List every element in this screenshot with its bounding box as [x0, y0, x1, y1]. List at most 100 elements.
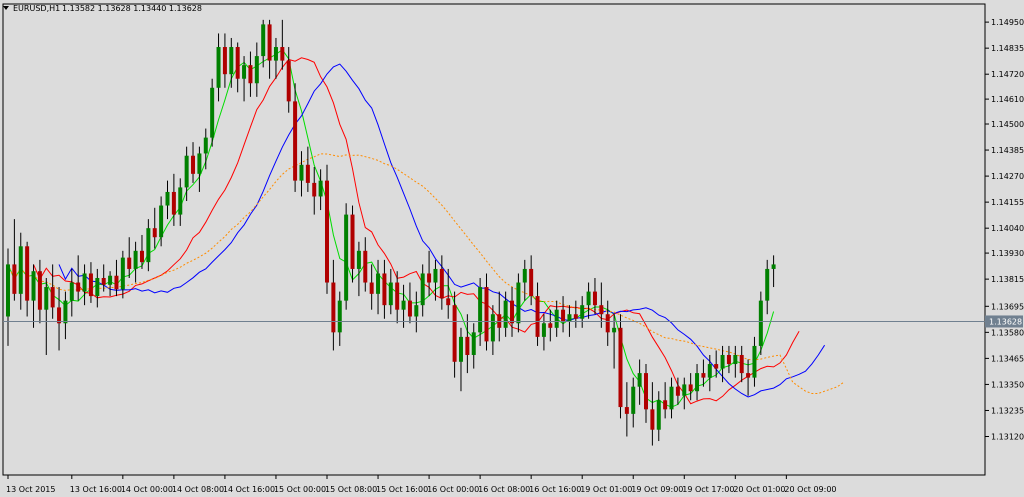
candle-body — [114, 275, 119, 290]
time-axis: 13 Oct 2015 13 Oct 16:0014 Oct 00:0014 Oc… — [6, 475, 837, 494]
candle-body — [752, 345, 757, 378]
candle-body — [95, 277, 100, 297]
time-tick-label: 14 Oct 00:00 — [121, 485, 173, 494]
price-tick-label: 1.13120 — [991, 433, 1024, 442]
candle-body — [37, 271, 42, 310]
candle-body — [25, 246, 30, 301]
candle-body — [739, 354, 744, 374]
candle-body — [605, 314, 610, 333]
chart-window[interactable]: 1.14950 1.14835 1.14720 1.14610 1.14500 1.143… — [0, 0, 1024, 497]
candle-body — [254, 56, 259, 84]
candle-body — [663, 400, 668, 410]
price-tick-label: 1.13930 — [991, 249, 1024, 258]
price-tick-label: 1.13815 — [991, 275, 1024, 284]
candle-body — [465, 336, 470, 355]
candle-body — [184, 155, 189, 188]
price-tick-label: 1.13465 — [991, 354, 1024, 363]
candle-body — [139, 250, 144, 263]
candle-body — [146, 228, 151, 263]
candle-body — [82, 273, 87, 292]
candle-body — [618, 327, 623, 408]
candle-body — [682, 384, 687, 396]
candle-body — [363, 250, 368, 283]
candle-body — [420, 273, 425, 306]
candle-body — [503, 300, 508, 328]
candle-body — [701, 373, 706, 378]
price-tick-label: 1.14270 — [991, 172, 1024, 181]
candle-body — [248, 65, 253, 84]
time-tick-label: 13 Oct 2015 — [6, 485, 55, 494]
price-tick-label: 1.14610 — [991, 95, 1024, 104]
candle-body — [235, 47, 240, 79]
candle-body — [554, 309, 559, 328]
candle-body — [229, 47, 234, 75]
candle-body — [669, 386, 674, 410]
price-chart[interactable]: 1.14950 1.14835 1.14720 1.14610 1.14500 1.143… — [0, 0, 1024, 497]
candle-body — [758, 300, 763, 346]
time-tick-label: 15 Oct 00:00 — [274, 485, 326, 494]
candle-body — [273, 47, 278, 61]
price-axis: 1.14950 1.14835 1.14720 1.14610 1.14500 1.143… — [2, 3, 1024, 476]
candle-body — [656, 400, 661, 430]
candle-body — [650, 409, 655, 430]
candle-body — [720, 354, 725, 369]
candle-body — [522, 268, 527, 283]
candle-body — [612, 327, 617, 333]
candle-body — [433, 268, 438, 283]
candle-body — [12, 264, 17, 294]
time-tick-label: 19 Oct 01:00 — [580, 485, 632, 494]
candle-body — [637, 373, 642, 387]
candle-body — [108, 275, 113, 285]
candle-body — [388, 282, 393, 306]
candle-body — [120, 257, 125, 290]
price-tick-label: 1.14500 — [991, 120, 1024, 129]
candle-body — [331, 282, 336, 333]
candle-body — [216, 47, 221, 88]
price-tick-label: 1.14040 — [991, 224, 1024, 233]
candle-body — [580, 305, 585, 319]
candle-body — [242, 65, 247, 79]
candle-body — [765, 268, 770, 301]
price-tick-label: 1.13350 — [991, 380, 1024, 389]
candle-body — [695, 373, 700, 392]
candle-body — [191, 155, 196, 174]
candle-body — [337, 300, 342, 333]
candle-body — [69, 282, 74, 301]
candle-body — [535, 296, 540, 337]
candle-body — [458, 336, 463, 362]
candle-body — [88, 273, 93, 297]
candle-body — [573, 314, 578, 319]
candle-body — [203, 137, 208, 154]
candle-body — [484, 287, 489, 342]
candle-body — [299, 164, 304, 181]
candle-body — [280, 47, 285, 61]
time-tick-label: 19 Oct 09:00 — [631, 485, 683, 494]
price-tick-label: 1.14720 — [991, 70, 1024, 79]
candle-body — [178, 187, 183, 215]
candle-body — [771, 264, 776, 269]
candle-body — [688, 384, 693, 392]
candle-body — [592, 291, 597, 306]
candle-body — [318, 180, 323, 197]
candle-body — [407, 300, 412, 317]
candle-body — [439, 268, 444, 299]
candle-body — [541, 323, 546, 337]
time-tick-label: 20 Oct 09:00 — [784, 485, 836, 494]
candle-body — [350, 214, 355, 269]
candle-body — [6, 264, 10, 317]
time-tick-label: 16 Oct 16:00 — [529, 485, 581, 494]
candle-body — [382, 273, 387, 306]
candle-body — [510, 300, 515, 324]
candle-body — [561, 309, 566, 322]
price-tick-label: 1.13235 — [991, 406, 1024, 415]
time-tick-label: 15 Oct 16:00 — [376, 485, 428, 494]
candle-body — [490, 314, 495, 342]
time-tick-label: 16 Oct 08:00 — [478, 485, 530, 494]
price-tick-label: 1.13580 — [991, 328, 1024, 337]
candle-body — [171, 191, 176, 215]
candle-body — [452, 305, 457, 362]
candle-body — [401, 300, 406, 310]
candle-body — [471, 332, 476, 355]
candle-body — [586, 291, 591, 306]
candle-body — [159, 205, 164, 238]
